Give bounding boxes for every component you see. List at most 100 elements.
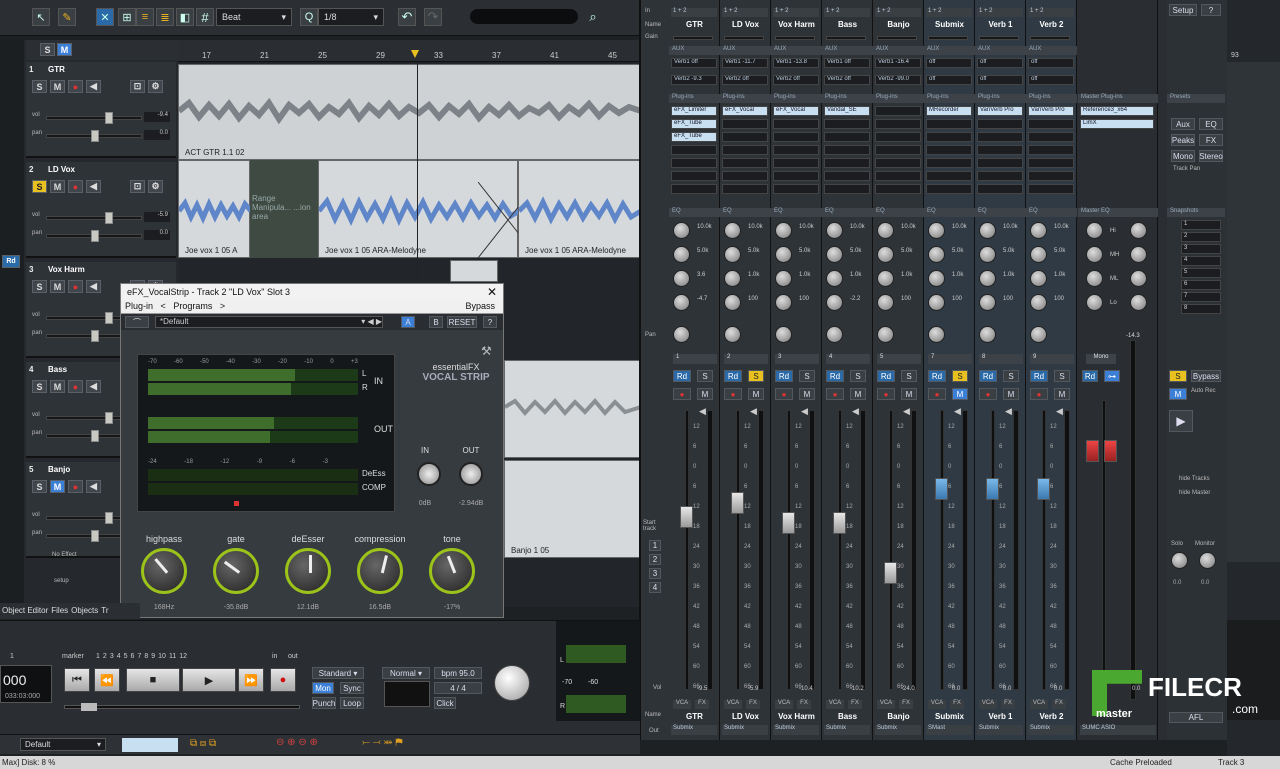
eq-knob[interactable] [673, 270, 690, 287]
plugin-slot-empty[interactable] [926, 145, 972, 155]
stop-button[interactable]: ■ [126, 668, 180, 692]
bypass-button[interactable]: Bypass [465, 301, 495, 311]
vca-button[interactable]: VCA [1030, 700, 1048, 709]
snapshot-slot[interactable]: 4 [1181, 256, 1221, 266]
no-effect-label[interactable]: No Effect [52, 552, 77, 558]
setup-label[interactable]: setup [54, 578, 69, 584]
marker-number[interactable]: 7 [137, 653, 141, 660]
fast-forward-button[interactable]: ⏩ [238, 668, 264, 692]
plugin-slot-empty[interactable] [824, 132, 870, 142]
plugin-slot[interactable]: eFX_Tube [671, 119, 717, 129]
plugin-slot-empty[interactable] [1028, 145, 1074, 155]
aux-send[interactable]: Verb1 -13.8 [773, 58, 819, 68]
speaker-icon[interactable]: ◀ [852, 406, 859, 417]
clip-ldvox-c[interactable]: Joe vox 1 05 ARA-Melodyne [518, 160, 641, 258]
mute-button[interactable]: M [952, 388, 968, 400]
tab-files[interactable]: Files [51, 606, 68, 616]
pan-value[interactable]: 0.0 [144, 230, 170, 240]
gear-icon[interactable]: ⚙ [148, 180, 163, 193]
record-button[interactable]: ● [270, 668, 296, 692]
tab-tr[interactable]: Tr [101, 606, 108, 616]
snap-select[interactable]: Beat ▾ [216, 8, 292, 26]
plugin-slot-empty[interactable] [1028, 132, 1074, 142]
record-arm-icon[interactable]: ● [68, 180, 83, 193]
loop-button[interactable]: Loop [340, 697, 364, 709]
menu-prev[interactable]: < [161, 301, 166, 311]
clip-gtr[interactable]: ACT GTR 1.1 02 [178, 64, 641, 160]
gain-slider[interactable] [724, 36, 764, 40]
channel-name[interactable]: LD Vox [720, 20, 771, 29]
workspace-select[interactable]: Default ▾ [20, 738, 106, 751]
input-select[interactable]: 1 + 2 [824, 8, 870, 17]
speaker-icon[interactable]: ◀ [954, 406, 961, 417]
output-select[interactable]: Submix [824, 725, 870, 735]
plugin-slot-empty[interactable] [1028, 119, 1074, 129]
tab-object-editor[interactable]: Object Editor [2, 606, 48, 616]
plugin-slot-empty[interactable] [671, 171, 717, 181]
position-slider[interactable] [64, 703, 300, 711]
eq-knob[interactable] [775, 222, 792, 239]
eq-knob[interactable] [928, 222, 945, 239]
out-label[interactable]: out [288, 653, 298, 660]
go-start-button[interactable]: ⏮ [64, 668, 90, 692]
master-fader-l[interactable] [1086, 440, 1099, 462]
marker-number[interactable]: 2 [103, 653, 107, 660]
eq-knob[interactable] [928, 294, 945, 311]
mute-button[interactable]: M [50, 480, 65, 493]
plugin-knob[interactable] [213, 548, 259, 594]
plugin-slot-empty[interactable] [977, 119, 1023, 129]
split-tool-icon[interactable]: ⊞ [118, 8, 136, 26]
volume-slider[interactable] [46, 212, 142, 224]
setup-button[interactable]: Setup [1169, 4, 1197, 16]
eq-knob[interactable] [775, 246, 792, 263]
plugin-slot[interactable]: eFX_Limiter [671, 106, 717, 116]
master-eq-gain-knob[interactable] [1130, 246, 1147, 263]
solo-button[interactable]: S [901, 370, 917, 382]
eq-knob[interactable] [724, 222, 741, 239]
fx-button[interactable]: FX [695, 700, 709, 709]
pan-knob[interactable] [877, 326, 894, 343]
mute-button[interactable]: M [50, 380, 65, 393]
rec-button[interactable]: Rd [826, 370, 844, 382]
plugin-slot-empty[interactable] [1028, 158, 1074, 168]
vocalstrip-plugin-window[interactable]: eFX_VocalStrip - Track 2 "LD Vox" Slot 3… [120, 283, 504, 618]
pan-knob[interactable] [826, 326, 843, 343]
marker-number[interactable]: 4 [117, 653, 121, 660]
input-select[interactable]: 1 + 2 [773, 8, 819, 17]
marker-icons[interactable]: ⊖ ⊕ ⊖ ⊕ [276, 737, 356, 751]
side-panel-button[interactable]: Aux [1171, 118, 1195, 130]
master-fader-r[interactable] [1104, 440, 1117, 462]
plugin-slot-empty[interactable] [671, 145, 717, 155]
pan-knob[interactable] [673, 326, 690, 343]
master-eq-knob[interactable] [1086, 270, 1103, 287]
input-select[interactable]: 1 + 2 [722, 8, 768, 17]
solo-button[interactable]: S [32, 80, 47, 93]
track-name[interactable]: Vox Harm [48, 265, 85, 274]
snapshot-slot[interactable]: 3 [1181, 244, 1221, 254]
in-knob[interactable] [417, 462, 441, 486]
draw-tool-icon[interactable]: ✎ [58, 8, 76, 26]
plugin-slot-empty[interactable] [773, 119, 819, 129]
speaker-icon[interactable]: ◀ [86, 180, 101, 193]
plugin-slot-empty[interactable] [824, 119, 870, 129]
eq-knob[interactable] [928, 270, 945, 287]
eq-knob[interactable] [826, 270, 843, 287]
plugin-slot-empty[interactable] [722, 132, 768, 142]
master-eq-knob[interactable] [1086, 246, 1103, 263]
mute-button[interactable]: M [901, 388, 917, 400]
aux-send[interactable]: off [926, 75, 972, 85]
side-panel-button[interactable]: FX [1199, 134, 1223, 146]
mute-button[interactable]: M [50, 80, 65, 93]
input-select[interactable]: 1 + 2 [977, 8, 1023, 17]
track-header[interactable]: 1 GTR S M ● ◀ ⊡ ⚙ vol -9.4 pan 0.0 [26, 62, 176, 158]
reset-button[interactable]: RESET [447, 316, 477, 328]
volume-fader[interactable] [731, 492, 744, 514]
input-select[interactable]: 1 + 2 [875, 8, 921, 17]
plugin-slot-empty[interactable] [977, 171, 1023, 181]
mute-button[interactable]: M [50, 280, 65, 293]
channel-name[interactable]: Banjo [873, 20, 924, 29]
gain-slider[interactable] [775, 36, 815, 40]
playhead-marker[interactable] [411, 50, 419, 58]
side-solo-button[interactable]: S [1169, 370, 1187, 382]
fx-button[interactable]: FX [746, 700, 760, 709]
